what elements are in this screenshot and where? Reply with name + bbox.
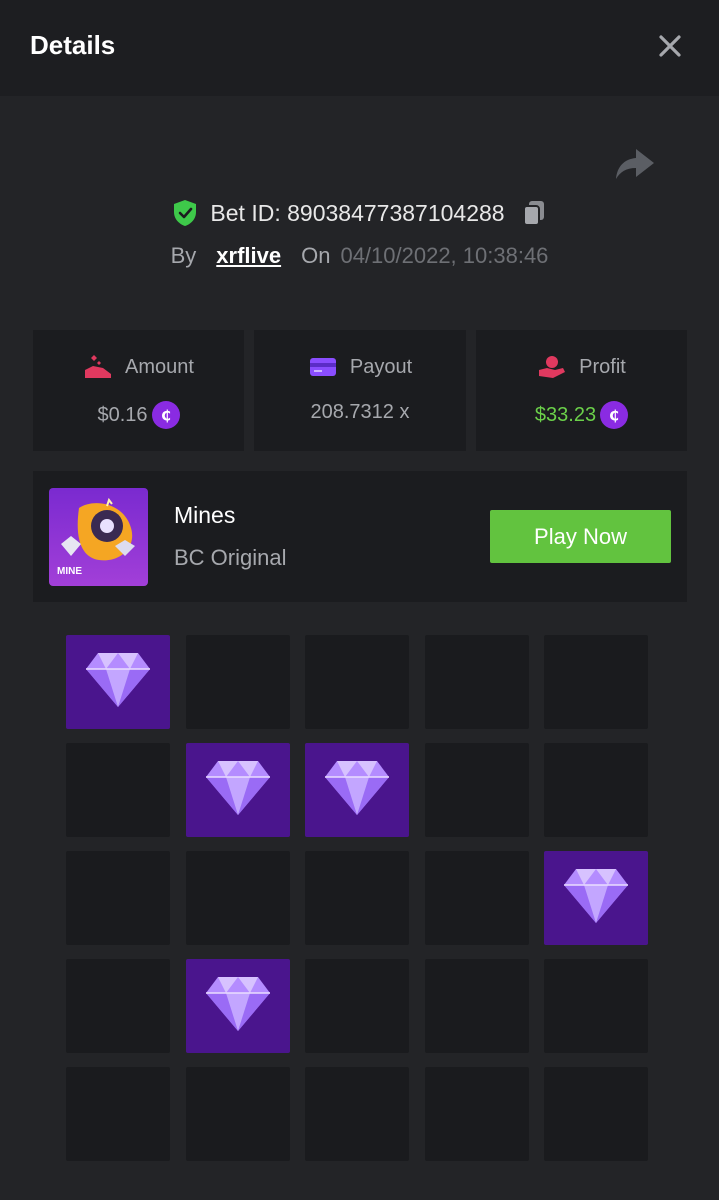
amount-label: Amount [125,355,194,378]
grid-cell [425,635,529,729]
on-label: On [301,243,331,268]
copy-icon[interactable] [521,199,547,227]
game-subtitle: BC Original [174,545,287,570]
payout-label: Payout [349,355,413,378]
grid-cell [305,635,409,729]
gem-icon [206,761,270,815]
gem-icon [86,653,150,707]
gem-icon [325,761,389,815]
grid-cell [425,1067,529,1161]
svg-text:₵: ₵ [161,408,171,424]
grid-cell-gem [66,635,170,729]
gem-icon [564,869,628,923]
payout-card: Payout 208.7312 x [254,330,466,451]
bet-id-text: Bet ID: 89038477387104288 [210,199,505,226]
coin-icon: ₵ [600,401,629,429]
username-link[interactable]: xrflive [216,243,281,269]
bet-datetime: 04/10/2022, 10:38:46 [340,243,549,268]
mines-thumbnail-art: MINE [49,488,148,586]
game-name[interactable]: Mines [174,502,235,529]
grid-cell-gem [186,959,290,1053]
game-card: MINE Mines BC Original Play Now [33,471,687,602]
gem-icon [206,977,270,1031]
profit-card: Profit $33.23 ₵ [476,330,687,451]
grid-cell [425,743,529,837]
profit-value: $33.23 [534,403,597,426]
grid-cell-gem [186,743,290,837]
grid-cell [186,635,290,729]
grid-cell [425,851,529,945]
money-hand-icon [85,355,112,378]
grid-cell [66,1067,170,1161]
grid-cell [66,851,170,945]
verified-shield-icon [174,200,197,226]
close-icon [659,35,681,57]
bet-id-row: Bet ID: 89038477387104288 [0,196,719,230]
coin-icon: ₵ [151,401,180,429]
profit-label: Profit [579,355,626,378]
grid-cell [544,1067,648,1161]
by-label: By [170,243,197,268]
grid-cell [305,851,409,945]
grid-cell [305,1067,409,1161]
share-button[interactable] [614,145,656,183]
grid-cell [544,743,648,837]
page-title: Details [30,30,116,60]
mines-grid [66,635,650,1161]
svg-text:₵: ₵ [609,408,619,424]
share-icon [616,149,654,179]
grid-cell [66,959,170,1053]
details-header: Details [0,0,719,96]
grid-cell [186,1067,290,1161]
amount-value: $0.16 [97,403,148,426]
play-now-button[interactable]: Play Now [490,510,671,563]
card-icon [309,358,336,376]
grid-cell-gem [305,743,409,837]
close-button[interactable] [652,28,688,64]
grid-cell [186,851,290,945]
payout-value: 208.7312 x [310,401,410,423]
profit-hand-icon [539,356,566,378]
grid-cell [66,743,170,837]
grid-cell [544,959,648,1053]
mines-thumbnail[interactable]: MINE [49,488,148,586]
grid-cell [305,959,409,1053]
bet-author-row: By xrflive On 04/10/2022, 10:38:46 [0,240,719,272]
grid-cell [544,635,648,729]
svg-text:MINE: MINE [57,566,82,577]
amount-card: Amount $0.16 ₵ [33,330,244,451]
grid-cell-gem [544,851,648,945]
grid-cell [425,959,529,1053]
